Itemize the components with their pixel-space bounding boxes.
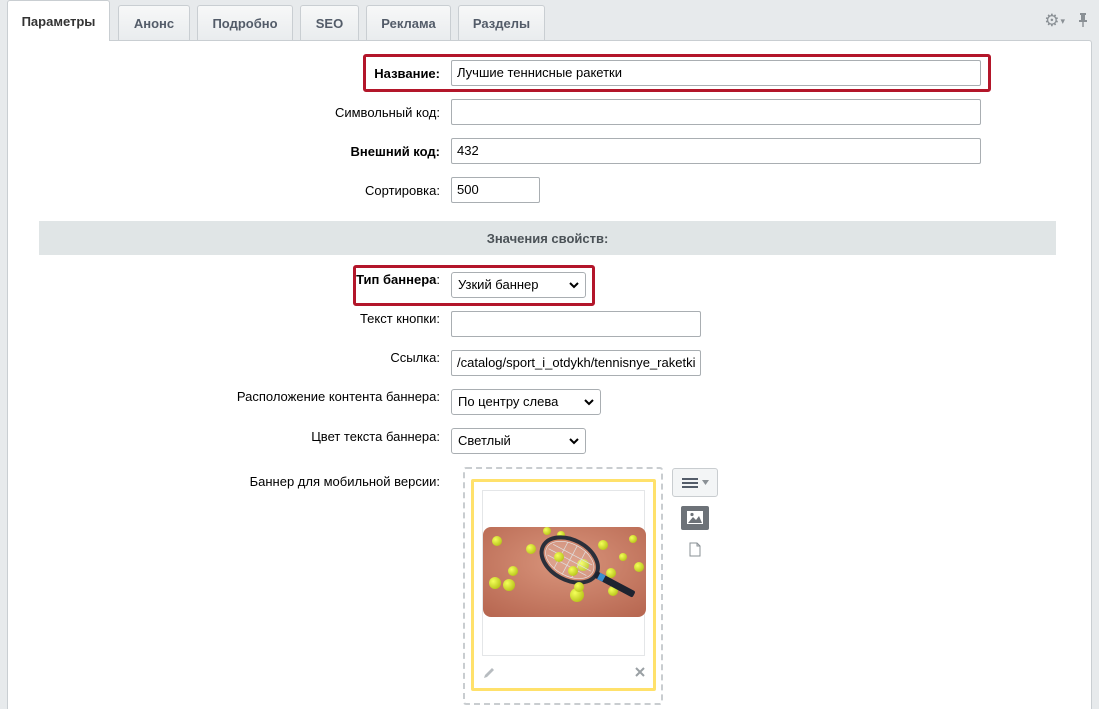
tab-advertising[interactable]: Реклама xyxy=(366,5,451,40)
file-icon[interactable] xyxy=(689,542,701,560)
tennis-racket-photo xyxy=(483,527,646,617)
tab-bar: Параметры Анонс Подробно SEO Реклама Раз… xyxy=(0,0,1099,41)
sort-input[interactable]: 500 xyxy=(451,177,540,203)
text-color-label: Цвет текста баннера: xyxy=(311,429,440,444)
tab-sections[interactable]: Разделы xyxy=(458,5,545,40)
image-menu-button[interactable] xyxy=(672,468,718,497)
chevron-down-icon xyxy=(569,282,579,289)
chevron-down-icon xyxy=(584,399,594,406)
banner-type-select[interactable]: Узкий баннер xyxy=(451,272,586,298)
code-label: Символьный код: xyxy=(334,105,440,120)
link-label: Ссылка: xyxy=(390,350,440,365)
gear-icon[interactable]: ⚙▾ xyxy=(1044,12,1065,29)
text-color-select[interactable]: Светлый xyxy=(451,428,586,454)
sort-label: Сортировка: xyxy=(365,183,440,198)
chevron-down-icon xyxy=(569,438,579,445)
menu-icon xyxy=(681,477,698,488)
tab-seo[interactable]: SEO xyxy=(300,5,359,40)
name-input[interactable]: Лучшие теннисные ракетки xyxy=(451,60,981,86)
tab-details[interactable]: Подробно xyxy=(197,5,293,40)
image-frame xyxy=(482,490,646,656)
external-code-input[interactable]: 432 xyxy=(451,138,981,164)
banner-type-label-text: Тип баннера xyxy=(356,272,437,287)
tab-parameters[interactable]: Параметры xyxy=(7,0,110,41)
text-color-value: Светлый xyxy=(458,433,511,448)
tab-announce[interactable]: Анонс xyxy=(118,5,190,40)
banner-type-value: Узкий баннер xyxy=(458,277,539,292)
image-upload-icon[interactable] xyxy=(681,506,709,533)
link-input[interactable]: /catalog/sport_i_otdykh/tennisnye_raketk… xyxy=(451,350,701,376)
code-input[interactable] xyxy=(451,99,981,125)
form-panel: Название: Лучшие теннисные ракетки Симво… xyxy=(7,40,1092,709)
name-label: Название: xyxy=(374,66,440,81)
banner-type-label-colon: : xyxy=(436,272,440,287)
banner-type-label: Тип баннера: xyxy=(356,272,440,287)
image-preview-card[interactable] xyxy=(471,479,656,691)
button-text-input[interactable] xyxy=(451,311,701,337)
properties-section-header: Значения свойств: xyxy=(39,221,1056,255)
button-text-label: Текст кнопки: xyxy=(359,311,440,326)
pin-icon[interactable] xyxy=(1077,12,1089,28)
mobile-banner-label: Баннер для мобильной версии: xyxy=(249,474,440,489)
close-icon[interactable] xyxy=(634,666,646,681)
content-position-label: Расположение контента баннера: xyxy=(236,389,440,404)
content-position-value: По центру слева xyxy=(458,394,559,409)
pencil-icon[interactable] xyxy=(482,666,496,683)
content-position-select[interactable]: По центру слева xyxy=(451,389,601,415)
external-code-label: Внешний код: xyxy=(350,144,440,159)
chevron-down-icon xyxy=(701,480,709,485)
